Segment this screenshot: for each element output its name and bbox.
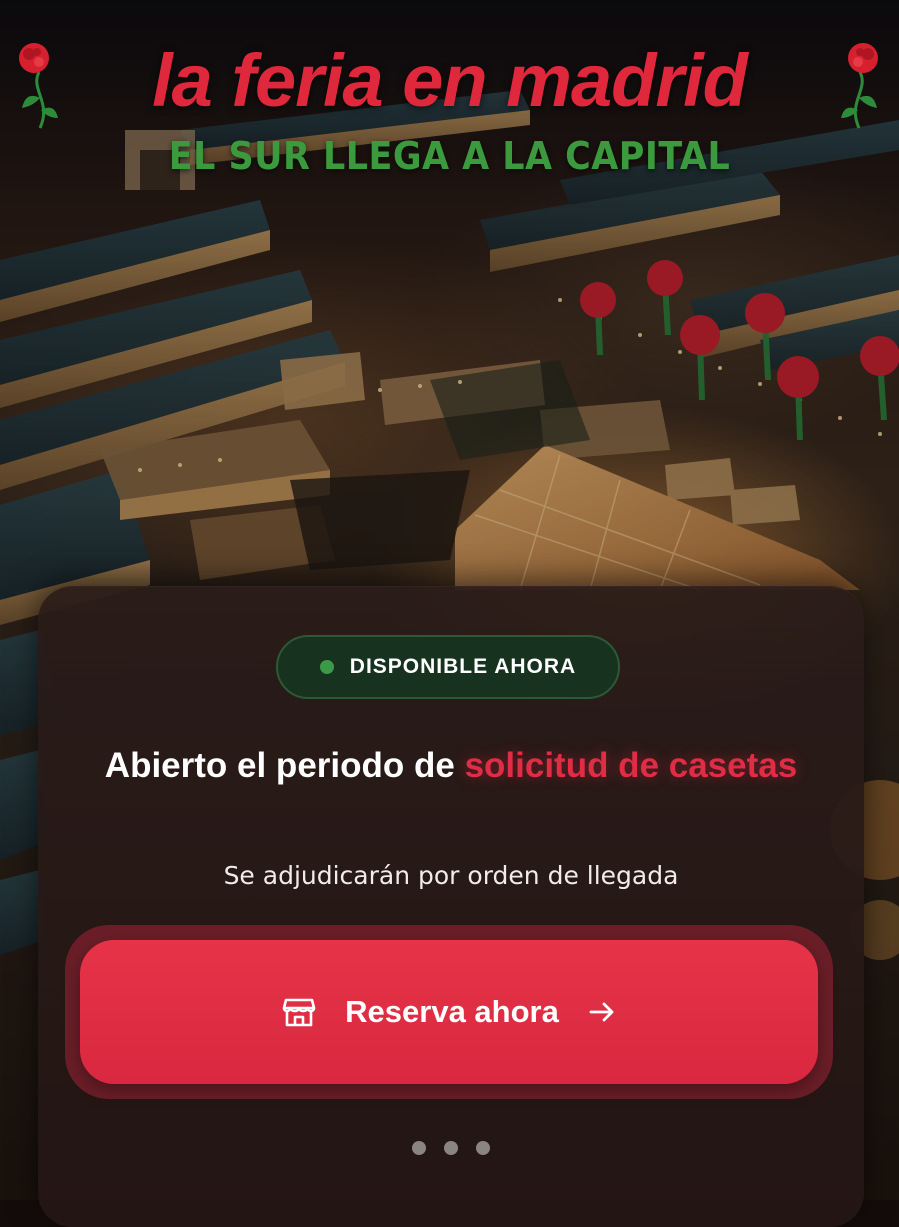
store-icon bbox=[282, 998, 316, 1027]
pagination-dot-3[interactable] bbox=[476, 1141, 490, 1155]
cta-button-glow: Reserva ahora bbox=[65, 925, 833, 1099]
headline-text: Abierto el periodo de bbox=[104, 746, 465, 785]
promo-card: DISPONIBLE AHORA Abierto el periodo de s… bbox=[38, 586, 864, 1227]
reserve-now-button[interactable]: Reserva ahora bbox=[80, 940, 818, 1084]
status-badge: DISPONIBLE AHORA bbox=[276, 635, 620, 699]
arrow-right-icon bbox=[589, 1002, 614, 1022]
status-dot-icon bbox=[319, 660, 334, 674]
page-title: la feria en madrid bbox=[152, 39, 748, 122]
card-headline: Abierto el periodo de solicitud de caset… bbox=[98, 742, 804, 790]
carousel-pagination bbox=[412, 1141, 490, 1155]
card-tagline: Se adjudicarán por orden de llegada bbox=[223, 861, 679, 890]
reserve-now-label: Reserva ahora bbox=[345, 994, 559, 1029]
page-subtitle: EL SUR LLEGA A LA CAPITAL bbox=[168, 134, 731, 178]
pagination-dot-1[interactable] bbox=[412, 1141, 426, 1155]
headline-highlight: solicitud de casetas bbox=[464, 746, 798, 785]
status-badge-label: DISPONIBLE AHORA bbox=[349, 655, 577, 678]
pagination-dot-2[interactable] bbox=[444, 1141, 458, 1155]
